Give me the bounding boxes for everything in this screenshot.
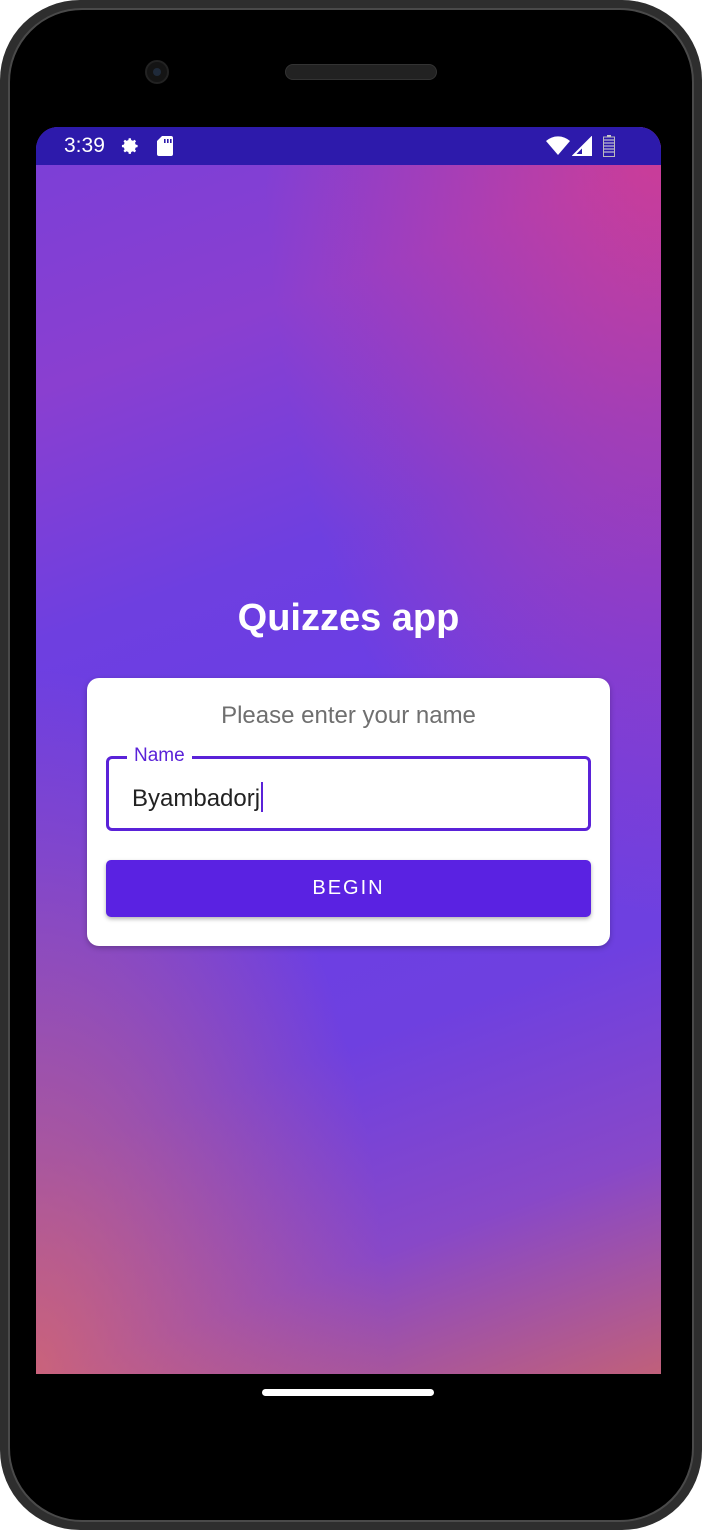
name-entry-card: Please enter your name Name Byambadorj B… bbox=[87, 678, 610, 946]
battery-icon bbox=[603, 135, 615, 157]
phone-frame: 3:39 Quizzes app Please enter your name … bbox=[0, 0, 702, 1530]
earpiece-speaker bbox=[285, 64, 437, 80]
name-input[interactable]: Name Byambadorj bbox=[106, 745, 591, 831]
name-field-label: Name bbox=[127, 745, 192, 767]
signal-icon bbox=[572, 136, 592, 156]
navigation-bar bbox=[36, 1374, 661, 1434]
gear-icon bbox=[121, 138, 138, 154]
main-content: Quizzes app Please enter your name Name … bbox=[36, 165, 661, 1374]
name-input-value[interactable]: Byambadorj bbox=[132, 782, 264, 813]
status-time: 3:39 bbox=[64, 134, 105, 157]
name-prompt: Please enter your name bbox=[221, 702, 476, 729]
status-bar: 3:39 bbox=[36, 127, 661, 165]
app-title: Quizzes app bbox=[237, 597, 460, 639]
wifi-icon bbox=[546, 136, 570, 155]
text-cursor bbox=[261, 782, 264, 812]
home-indicator[interactable] bbox=[262, 1389, 434, 1396]
app-screen: 3:39 Quizzes app Please enter your name … bbox=[36, 127, 661, 1374]
front-camera bbox=[145, 60, 169, 84]
begin-button[interactable]: BEGIN bbox=[106, 860, 591, 917]
name-value-text[interactable]: Byambadorj bbox=[132, 785, 260, 812]
sd-card-icon bbox=[157, 136, 173, 156]
